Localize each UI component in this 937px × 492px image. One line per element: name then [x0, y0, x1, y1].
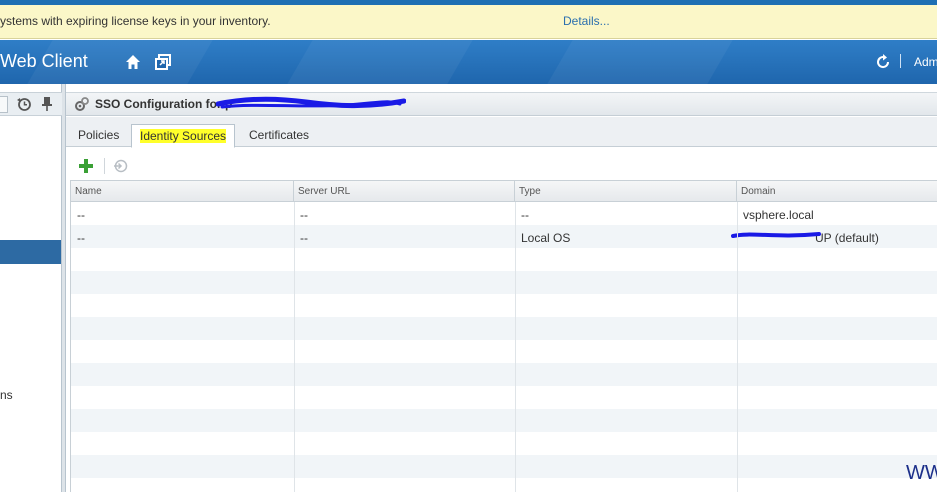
column-header-server-url[interactable]: Server URL — [294, 181, 515, 202]
tab-identity-sources[interactable]: Identity Sources — [131, 124, 236, 148]
user-menu[interactable]: Adm — [914, 55, 937, 69]
empty-row — [71, 294, 937, 317]
cell-server-url: -- — [300, 231, 308, 245]
tab-label: Identity Sources — [140, 129, 227, 143]
empty-row — [71, 340, 937, 363]
header-facet — [287, 40, 473, 84]
home-icon[interactable] — [124, 53, 142, 71]
cell-domain: vsphere.local — [743, 208, 814, 222]
cell-name: -- — [77, 231, 85, 245]
panel-title: SSO Configuration for p — [95, 97, 233, 111]
app-title: Web Client — [0, 51, 88, 71]
join-icon[interactable] — [112, 158, 128, 174]
column-divider — [294, 202, 295, 492]
tab-bar: Policies Identity Sources Certificates — [66, 117, 937, 148]
empty-row — [71, 455, 937, 478]
header-facet — [547, 40, 733, 84]
new-window-icon[interactable] — [154, 53, 172, 71]
back-button[interactable] — [0, 96, 8, 113]
empty-row — [71, 409, 937, 432]
refresh-icon[interactable] — [874, 53, 892, 71]
sso-config-icon — [75, 97, 89, 111]
navigator-pane: ns — [0, 84, 62, 492]
column-header-type[interactable]: Type — [515, 181, 737, 202]
column-header-name[interactable]: Name — [71, 181, 294, 202]
tab-certificates[interactable]: Certificates — [241, 124, 317, 147]
identity-sources-toolbar — [66, 148, 937, 180]
toolbar-divider — [104, 158, 105, 174]
empty-row — [71, 432, 937, 455]
tab-policies[interactable]: Policies — [70, 124, 127, 147]
pin-icon[interactable] — [40, 96, 54, 112]
column-header-domain[interactable]: Domain — [737, 181, 937, 202]
navigator-item-partial[interactable]: ns — [0, 388, 13, 402]
grid-body: -- -- -- vsphere.local -- -- Local OS UP… — [71, 202, 937, 492]
empty-row — [71, 363, 937, 386]
panel-header: SSO Configuration for p — [66, 92, 937, 116]
grid-header: Name Server URL Type Domain — [71, 180, 937, 202]
redaction-scribble — [216, 96, 406, 109]
cell-type: Local OS — [521, 231, 571, 245]
table-row[interactable]: -- -- Local OS UP (default) — [71, 225, 937, 248]
header-separator — [900, 54, 901, 68]
identity-sources-grid: Name Server URL Type Domain -- -- -- vsp… — [70, 180, 937, 492]
navigator-toolbar — [0, 92, 62, 116]
empty-row — [71, 248, 937, 271]
cell-server-url: -- — [300, 208, 308, 222]
empty-row — [71, 317, 937, 340]
cell-domain: UP (default) — [815, 231, 879, 245]
cell-type: -- — [521, 208, 529, 222]
cell-name: -- — [77, 208, 85, 222]
details-link[interactable]: Details... — [563, 14, 610, 28]
license-notice-message: ystems with expiring license keys in you… — [0, 14, 271, 28]
navigator-selected-item[interactable] — [0, 240, 61, 264]
empty-row — [71, 271, 937, 294]
column-divider — [737, 202, 738, 492]
add-icon[interactable] — [78, 158, 94, 174]
table-row[interactable]: -- -- -- vsphere.local — [71, 202, 937, 225]
tab-label: Certificates — [249, 128, 310, 142]
watermark-text: WW — [906, 462, 937, 484]
column-divider — [515, 202, 516, 492]
app-header: Web Client Adm — [0, 40, 937, 84]
empty-row — [71, 386, 937, 409]
history-icon[interactable] — [16, 96, 32, 112]
tab-label: Policies — [78, 128, 120, 142]
sso-configuration-panel: SSO Configuration for p Policies Identit… — [66, 84, 937, 492]
redaction-scribble — [731, 232, 821, 238]
license-notice-bar: ystems with expiring license keys in you… — [0, 5, 937, 39]
